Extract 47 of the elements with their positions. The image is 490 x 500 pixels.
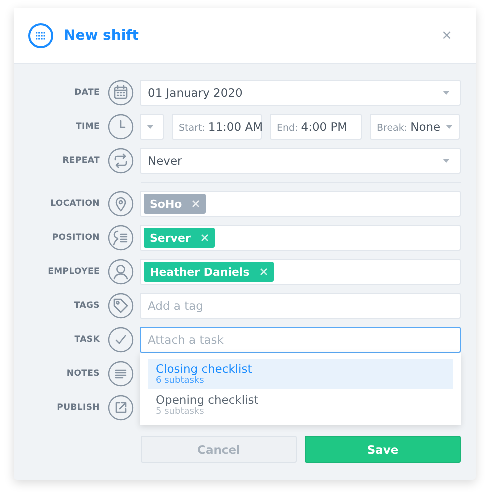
caret-icon	[446, 125, 453, 129]
clock-icon	[108, 114, 134, 140]
close-button[interactable]: ×	[442, 26, 452, 46]
cancel-button[interactable]: Cancel	[141, 436, 297, 463]
suggestion-item[interactable]: Closing checklist 6 subtasks	[148, 359, 453, 389]
select-field[interactable]: Never	[140, 148, 461, 174]
field-label: EMPLOYEE	[47, 267, 100, 277]
field-label: NOTES	[66, 369, 100, 379]
person-icon	[108, 259, 134, 285]
calendar-icon	[28, 22, 54, 48]
remove-icon[interactable]	[260, 268, 268, 276]
select-field[interactable]: 01 January 2020	[140, 80, 461, 106]
tag-text: Heather Daniels	[150, 266, 250, 278]
field-label: POSITION	[51, 233, 100, 243]
tag-text: Server	[150, 232, 191, 244]
field-label: TAGS	[73, 301, 100, 311]
person-list-icon	[108, 225, 134, 251]
tag-input-field[interactable]: Server	[140, 225, 461, 251]
remove-icon[interactable]	[200, 234, 209, 242]
repeat-icon	[108, 148, 134, 174]
tag-input-field[interactable]: Heather Daniels	[140, 259, 461, 285]
break-select[interactable]: Break: None	[370, 114, 460, 140]
field-label: DATE	[74, 88, 100, 98]
external-link-icon	[108, 395, 134, 421]
caret-icon	[443, 159, 450, 163]
caret-icon	[443, 91, 450, 95]
dropdown-field[interactable]	[140, 114, 164, 140]
map-pin-icon	[108, 191, 134, 217]
field-label: TASK	[74, 335, 100, 345]
remove-icon[interactable]	[192, 200, 200, 208]
field-label: TIME	[74, 122, 100, 132]
time-field[interactable]: Start: 11:00 AM	[172, 114, 262, 140]
field-label: LOCATION	[50, 199, 100, 209]
notes-icon	[108, 361, 134, 387]
calendar-icon	[108, 80, 134, 106]
suggestion-item[interactable]: Opening checklist 5 subtasks	[148, 390, 453, 420]
caret-icon	[147, 125, 154, 129]
field-label: REPEAT	[62, 156, 100, 166]
tag-text: SoHo	[150, 198, 182, 210]
checkmark-icon	[108, 327, 134, 353]
tag-input-field[interactable]: SoHo	[140, 191, 461, 217]
dialog-title: New shift	[64, 28, 140, 44]
tag-icon	[108, 293, 134, 319]
field-label: PUBLISH	[56, 403, 100, 413]
save-button[interactable]: Save	[305, 436, 461, 463]
time-field[interactable]: End: 4:00 PM	[270, 114, 362, 140]
input-field[interactable]: Add a tag	[140, 293, 461, 319]
